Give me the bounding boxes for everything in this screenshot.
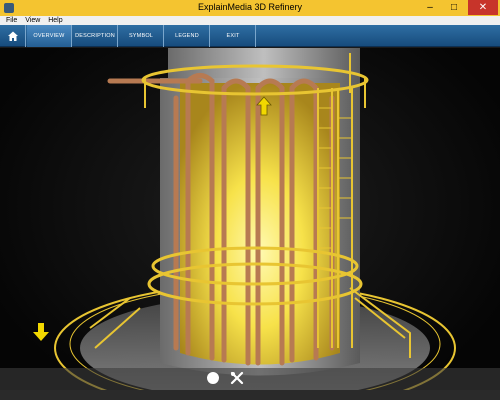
app-window: ExplainMedia 3D Refinery – □ ✕ File View…: [0, 0, 500, 400]
menu-bar: File View Help: [0, 16, 500, 25]
menu-help[interactable]: Help: [48, 16, 62, 25]
up-arrow-icon[interactable]: [256, 96, 272, 116]
viewport-control-bar: [0, 368, 500, 390]
close-button[interactable]: ✕: [468, 0, 498, 15]
minimize-button[interactable]: –: [418, 0, 442, 15]
maximize-button[interactable]: □: [442, 0, 466, 15]
nav-bar: OVERVIEW DESCRIPTION SYMBOL LEGEND EXIT: [0, 25, 500, 47]
tab-description[interactable]: DESCRIPTION: [73, 25, 118, 47]
3d-viewport[interactable]: [0, 48, 500, 400]
circle-icon[interactable]: [207, 372, 219, 384]
home-icon: [8, 31, 18, 41]
tab-legend[interactable]: LEGEND: [165, 25, 210, 47]
down-arrow-icon[interactable]: [32, 322, 50, 342]
status-bar: [0, 390, 500, 400]
tab-exit[interactable]: EXIT: [211, 25, 256, 47]
refinery-3d-model: [54, 48, 456, 400]
tab-symbol[interactable]: SYMBOL: [119, 25, 164, 47]
title-bar: ExplainMedia 3D Refinery – □ ✕: [0, 0, 500, 16]
menu-view[interactable]: View: [25, 16, 40, 25]
tab-overview[interactable]: OVERVIEW: [27, 25, 72, 47]
menu-file[interactable]: File: [6, 16, 17, 25]
tools-icon[interactable]: [230, 371, 244, 385]
home-button[interactable]: [0, 25, 26, 47]
